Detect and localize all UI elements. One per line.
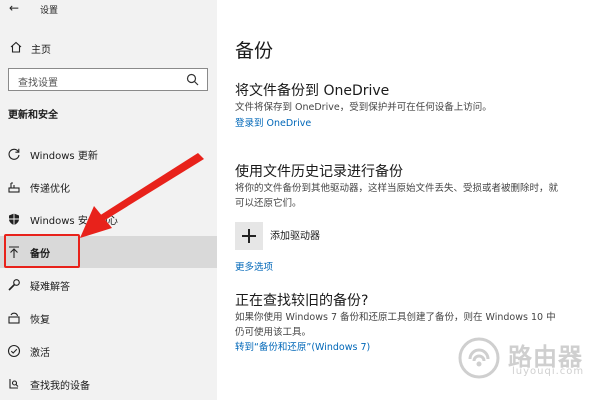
onedrive-description: 文件将保存到 OneDrive，受到保护并可在任何设备上访问。 bbox=[235, 102, 492, 113]
search-icon[interactable] bbox=[186, 73, 199, 86]
sidebar-item-find-device[interactable]: 查找我的设备 bbox=[0, 368, 217, 400]
sidebar-item-troubleshoot[interactable]: 疑难解答 bbox=[0, 269, 217, 301]
sidebar-item-label: 恢复 bbox=[30, 315, 50, 326]
sidebar-item-recovery[interactable]: 恢复 bbox=[0, 302, 217, 334]
nav-home[interactable]: 主页 bbox=[0, 38, 217, 58]
backup-restore-link[interactable]: 转到“备份和还原”(Windows 7) bbox=[235, 339, 370, 353]
older-backup-description: 如果你使用 Windows 7 备份和还原工具创建了备份，则在 Windows … bbox=[235, 312, 556, 338]
delivery-optimization-icon bbox=[8, 182, 20, 193]
plus-icon bbox=[235, 222, 263, 250]
sidebar-item-label: Windows 安全中心 bbox=[30, 216, 118, 227]
back-arrow-icon[interactable]: ← bbox=[9, 1, 19, 15]
onedrive-signin-link[interactable]: 登录到 OneDrive bbox=[235, 115, 311, 129]
search-placeholder: 查找设置 bbox=[18, 78, 58, 89]
nav-home-label: 主页 bbox=[31, 45, 51, 56]
page-title: 备份 bbox=[235, 40, 274, 62]
sidebar-item-backup[interactable]: 备份 bbox=[0, 236, 217, 268]
window-title: 设置 bbox=[40, 6, 59, 16]
check-circle-icon bbox=[7, 344, 21, 358]
sidebar-item-windows-update[interactable]: Windows 更新 bbox=[0, 138, 217, 170]
sidebar: ← 设置 主页 查找设置 更新和安全 Windows 更新 传递优化 Windo… bbox=[0, 0, 217, 400]
backup-arrow-icon bbox=[9, 246, 19, 258]
sidebar-item-label: 传递优化 bbox=[30, 184, 70, 195]
file-history-description: 将你的文件备份到其他驱动器，这样当原始文件丢失、受损或者被删除时，就可以还原它们… bbox=[235, 183, 559, 209]
search-input[interactable]: 查找设置 bbox=[8, 68, 208, 91]
wrench-icon bbox=[8, 279, 20, 291]
home-icon bbox=[10, 41, 22, 53]
sidebar-item-label: Windows 更新 bbox=[30, 151, 98, 162]
sidebar-item-label: 备份 bbox=[30, 249, 50, 260]
older-backup-heading: 正在查找较旧的备份? bbox=[235, 293, 369, 309]
more-options-link[interactable]: 更多选项 bbox=[235, 259, 273, 273]
add-drive-label: 添加驱动器 bbox=[270, 231, 320, 242]
sidebar-item-activation[interactable]: 激活 bbox=[0, 335, 217, 367]
sidebar-item-security-center[interactable]: Windows 安全中心 bbox=[0, 203, 217, 235]
sidebar-item-label: 查找我的设备 bbox=[30, 381, 90, 392]
sidebar-item-delivery-optimization[interactable]: 传递优化 bbox=[0, 171, 217, 203]
find-device-icon bbox=[9, 379, 19, 389]
main-panel: 备份 将文件备份到 OneDrive 文件将保存到 OneDrive，受到保护并… bbox=[217, 0, 600, 400]
refresh-icon bbox=[8, 148, 20, 160]
onedrive-heading: 将文件备份到 OneDrive bbox=[235, 83, 390, 99]
file-history-heading: 使用文件历史记录进行备份 bbox=[235, 164, 403, 180]
sidebar-item-label: 疑难解答 bbox=[30, 282, 70, 293]
section-title: 更新和安全 bbox=[8, 110, 58, 121]
shield-icon bbox=[9, 213, 19, 225]
recovery-icon bbox=[8, 312, 20, 324]
sidebar-item-label: 激活 bbox=[30, 348, 50, 359]
